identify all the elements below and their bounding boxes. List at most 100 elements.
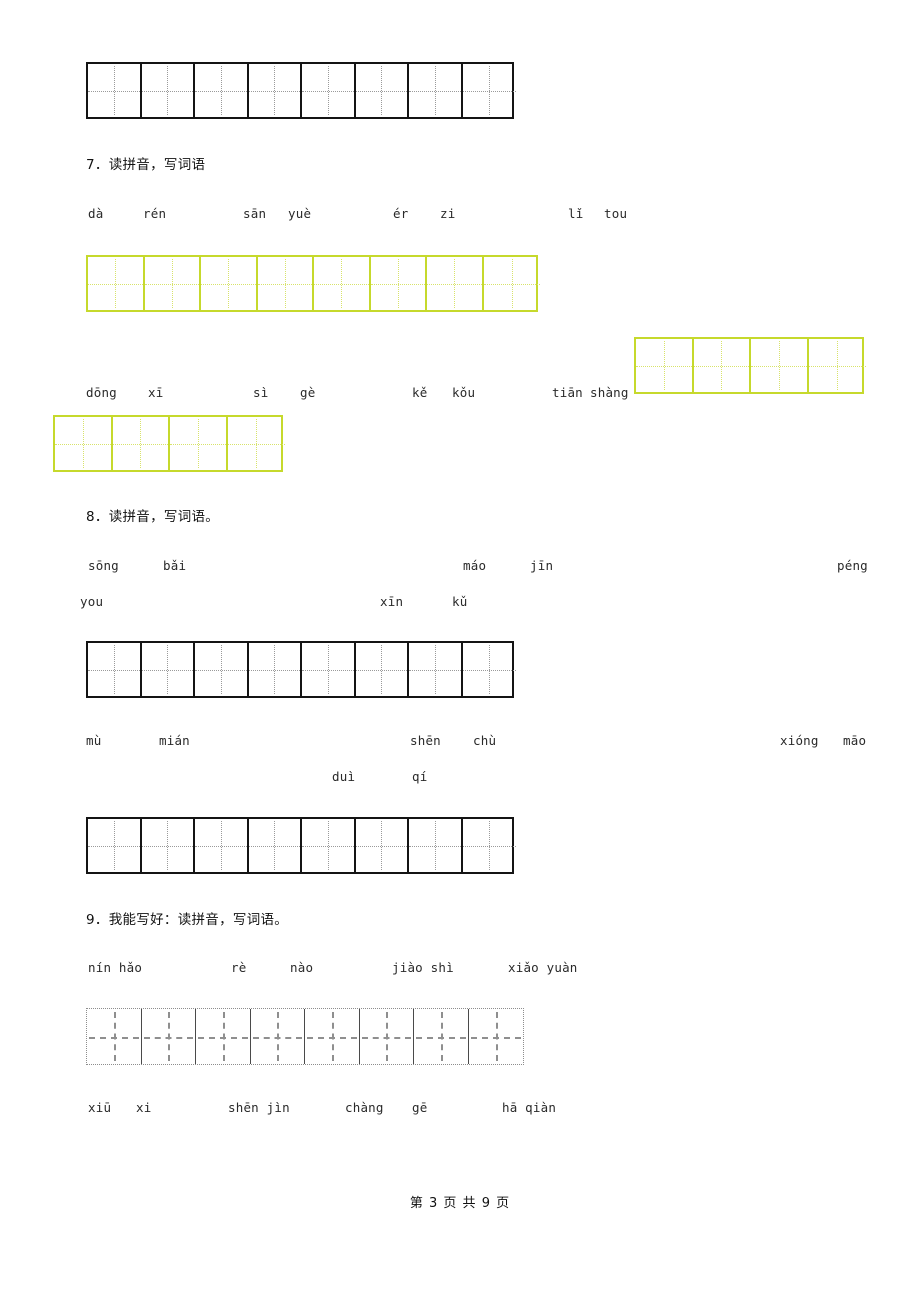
pinyin-7-1-3: sān — [243, 206, 267, 221]
grid-cell[interactable] — [88, 819, 142, 872]
answer-grid-9a[interactable] — [86, 1008, 524, 1065]
grid-cell[interactable] — [355, 64, 409, 117]
pinyin-8-1-2: bǎi — [163, 558, 187, 573]
grid-cell[interactable] — [355, 643, 409, 696]
grid-cell[interactable] — [462, 819, 517, 872]
grid-cell[interactable] — [636, 339, 694, 392]
pinyin-7-2-7: tiān — [552, 385, 583, 400]
grid-cell[interactable] — [370, 257, 427, 310]
grid-cell[interactable] — [302, 819, 356, 872]
answer-grid-7c[interactable] — [53, 415, 286, 472]
answer-grid-8b[interactable] — [86, 817, 517, 874]
pinyin-7-1-5: ér — [393, 206, 409, 221]
grid-cell[interactable] — [257, 257, 314, 310]
pinyin-7-1-2: rén — [143, 206, 167, 221]
grid-cell[interactable] — [414, 1009, 469, 1064]
pinyin-8-3-5: xióng — [780, 733, 819, 748]
grid-cell[interactable] — [248, 643, 302, 696]
grid-cell[interactable] — [88, 643, 142, 696]
pinyin-9-2-4: chàng — [345, 1100, 384, 1115]
worksheet-page: 7．读拼音，写词语 dà rén sān yuè ér zi lǐ tou dō… — [0, 0, 920, 1302]
grid-cell[interactable] — [195, 64, 249, 117]
answer-grid-7b[interactable] — [634, 337, 867, 394]
grid-cell[interactable] — [141, 64, 195, 117]
grid-cell[interactable] — [314, 257, 371, 310]
grid-cell[interactable] — [227, 417, 286, 470]
grid-cell[interactable] — [141, 819, 195, 872]
grid-cell[interactable] — [462, 643, 517, 696]
pinyin-8-3-2: mián — [159, 733, 190, 748]
grid-cell[interactable] — [55, 417, 113, 470]
pinyin-8-1-5: péng — [837, 558, 868, 573]
grid-cell[interactable] — [248, 819, 302, 872]
pinyin-8-4-2: qí — [412, 769, 428, 784]
answer-grid-7a[interactable] — [86, 255, 541, 312]
grid-cell[interactable] — [88, 64, 142, 117]
grid-cell[interactable] — [88, 257, 145, 310]
pinyin-8-3-1: mù — [86, 733, 102, 748]
grid-cell[interactable] — [87, 1009, 142, 1064]
grid-cell[interactable] — [409, 819, 463, 872]
grid-cell[interactable] — [201, 257, 258, 310]
pinyin-8-2-3: kǔ — [452, 594, 468, 609]
pinyin-9-2-3: shēn jìn — [228, 1100, 290, 1115]
pinyin-9-1-2: rè — [231, 960, 247, 975]
pinyin-9-2-1: xiū — [88, 1100, 112, 1115]
grid-cell[interactable] — [248, 64, 302, 117]
answer-grid-8a[interactable] — [86, 641, 517, 698]
grid-cell[interactable] — [360, 1009, 414, 1064]
pinyin-7-2-2: xī — [148, 385, 164, 400]
pinyin-7-2-8: shàng — [590, 385, 629, 400]
grid-cell[interactable] — [196, 1009, 251, 1064]
grid-cell[interactable] — [195, 819, 249, 872]
pinyin-7-1-8: tou — [604, 206, 628, 221]
pinyin-9-2-5: gē — [412, 1100, 428, 1115]
grid-cell[interactable] — [409, 643, 463, 696]
grid-cell[interactable] — [305, 1009, 360, 1064]
grid-cell[interactable] — [302, 64, 356, 117]
question-heading-8: 8．读拼音，写词语。 — [86, 509, 220, 525]
question-heading-7: 7．读拼音，写词语 — [86, 157, 206, 173]
grid-cell[interactable] — [693, 339, 751, 392]
pinyin-8-2-1: you — [80, 594, 104, 609]
grid-cell[interactable] — [355, 819, 409, 872]
pinyin-7-2-3: sì — [253, 385, 269, 400]
pinyin-7-1-4: yuè — [288, 206, 312, 221]
grid-cell[interactable] — [141, 643, 195, 696]
grid-cell[interactable] — [462, 64, 517, 117]
grid-cell[interactable] — [195, 643, 249, 696]
pinyin-7-2-5: kě — [412, 385, 428, 400]
pinyin-9-1-3: nào — [290, 960, 314, 975]
pinyin-8-2-2: xīn — [380, 594, 404, 609]
pinyin-8-1-3: máo — [463, 558, 487, 573]
pinyin-7-2-1: dōng — [86, 385, 117, 400]
pinyin-7-1-7: lǐ — [568, 206, 584, 221]
pinyin-7-2-4: gè — [300, 385, 316, 400]
pinyin-7-2-6: kǒu — [452, 385, 476, 400]
grid-cell[interactable] — [409, 64, 463, 117]
pinyin-8-4-1: duì — [332, 769, 356, 784]
pinyin-7-1-1: dà — [88, 206, 104, 221]
grid-cell[interactable] — [302, 643, 356, 696]
grid-cell[interactable] — [751, 339, 809, 392]
pinyin-9-1-1: nín hǎo — [88, 960, 143, 975]
page-footer: 第 3 页 共 9 页 — [409, 1196, 511, 1211]
grid-cell[interactable] — [469, 1009, 524, 1064]
grid-cell[interactable] — [427, 257, 484, 310]
pinyin-8-3-6: māo — [843, 733, 867, 748]
question-heading-9: 9．我能写好：读拼音，写词语。 — [86, 912, 289, 928]
pinyin-9-1-4: jiào shì — [392, 960, 454, 975]
pinyin-9-1-5: xiǎo yuàn — [508, 960, 578, 975]
pinyin-8-3-4: chù — [473, 733, 497, 748]
pinyin-7-1-6: zi — [440, 206, 456, 221]
answer-grid-top[interactable] — [86, 62, 517, 119]
grid-cell[interactable] — [170, 417, 228, 470]
grid-cell[interactable] — [142, 1009, 196, 1064]
grid-cell[interactable] — [144, 257, 201, 310]
grid-cell[interactable] — [808, 339, 867, 392]
pinyin-8-3-3: shēn — [410, 733, 441, 748]
grid-cell[interactable] — [112, 417, 170, 470]
grid-cell[interactable] — [251, 1009, 305, 1064]
pinyin-8-1-1: sōng — [88, 558, 119, 573]
grid-cell[interactable] — [483, 257, 541, 310]
